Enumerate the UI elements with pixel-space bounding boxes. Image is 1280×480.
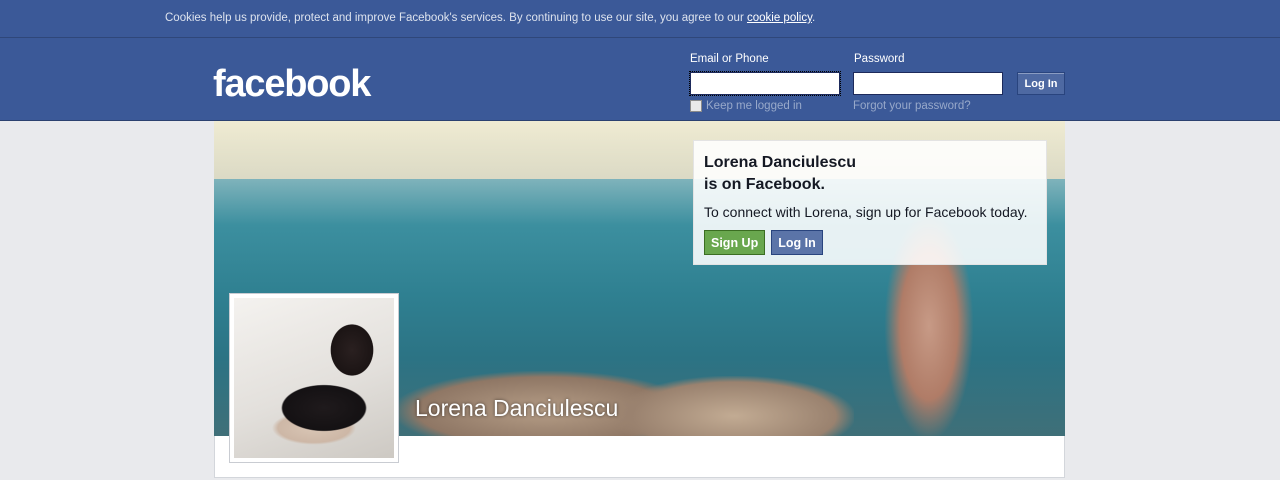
- profile-picture-frame[interactable]: [229, 293, 399, 463]
- signup-title: Lorena Danciulescu is on Facebook.: [704, 152, 1036, 196]
- sign-up-button[interactable]: Sign Up: [704, 230, 766, 255]
- signup-text: To connect with Lorena, sign up for Face…: [704, 204, 1028, 220]
- cover-rock: [614, 376, 854, 436]
- signup-prompt-box: Lorena Danciulescu is on Facebook. To co…: [693, 140, 1047, 265]
- forgot-password-link[interactable]: Forgot your password?: [853, 100, 971, 112]
- cookie-banner-suffix: .: [811, 12, 816, 24]
- password-label: Password: [854, 53, 905, 65]
- password-field[interactable]: [853, 72, 1003, 95]
- header-login-button[interactable]: Log In: [1017, 72, 1065, 95]
- cookie-policy-link[interactable]: cookie policy: [747, 12, 812, 24]
- cookie-banner-text-wrapper: Cookies help us provide, protect and imp…: [165, 12, 815, 24]
- signup-title-line2: is on Facebook.: [704, 176, 825, 193]
- email-label: Email or Phone: [690, 53, 769, 65]
- keep-logged-in-checkbox[interactable]: [690, 100, 702, 112]
- signup-title-line1: Lorena Danciulescu: [704, 154, 857, 171]
- profile-name[interactable]: Lorena Danciulescu: [415, 395, 618, 422]
- keep-logged-in-row: Keep me logged in: [690, 100, 802, 112]
- keep-logged-in-label[interactable]: Keep me logged in: [706, 100, 802, 112]
- cookie-banner: Cookies help us provide, protect and imp…: [0, 0, 1280, 38]
- avatar: [234, 298, 394, 458]
- facebook-logo[interactable]: facebook: [213, 63, 371, 106]
- signup-button-row: Sign Up Log In: [704, 230, 1036, 255]
- email-field[interactable]: [689, 71, 841, 96]
- top-header: facebook Email or Phone Password Log In …: [0, 38, 1280, 121]
- profile-login-button[interactable]: Log In: [771, 230, 823, 255]
- cookie-banner-text: Cookies help us provide, protect and imp…: [165, 12, 747, 24]
